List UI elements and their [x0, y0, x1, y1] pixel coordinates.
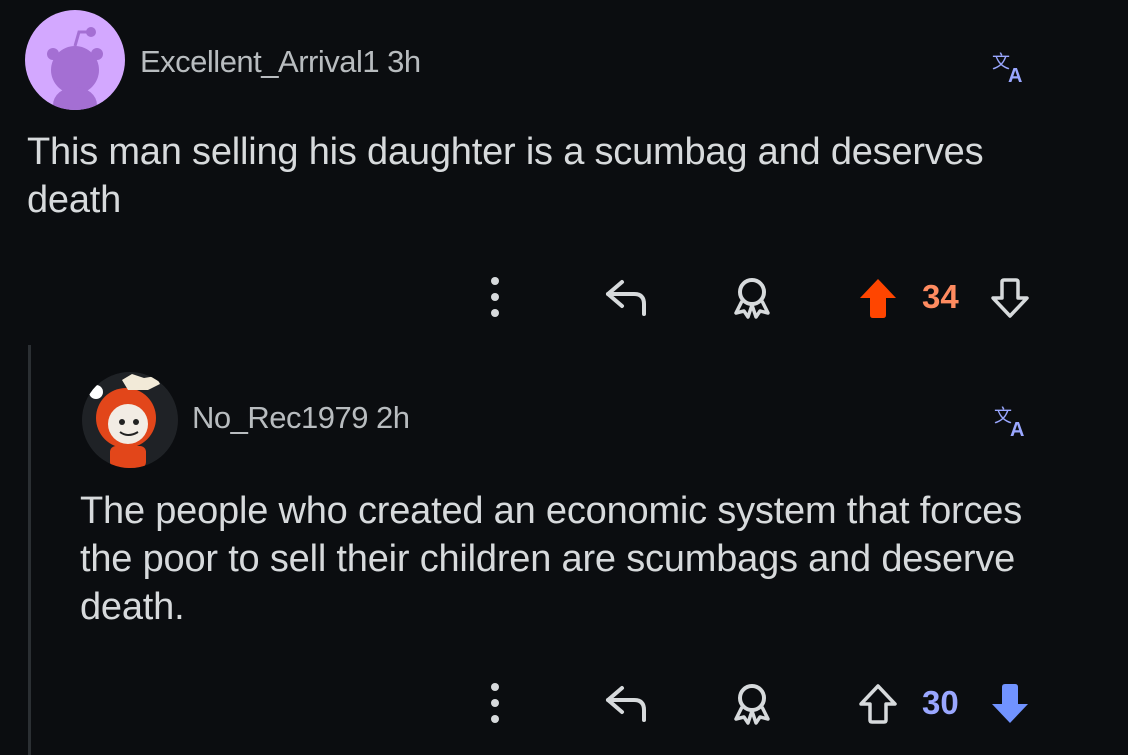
username[interactable]: Excellent_Arrival1 [140, 44, 380, 79]
upvote-button[interactable] [856, 682, 900, 726]
vote-count: 30 [922, 684, 959, 721]
avatar[interactable] [82, 372, 178, 468]
upvote-arrow-icon [859, 684, 897, 724]
username[interactable]: No_Rec1979 [192, 400, 368, 435]
reply-icon [606, 280, 646, 316]
snoo-avatar-icon [47, 27, 103, 110]
svg-text:A: A [1010, 419, 1024, 441]
snoo-avatar-icon [82, 372, 178, 468]
downvote-arrow-icon [992, 684, 1028, 723]
reply-button[interactable] [600, 274, 652, 320]
timestamp: 2h [375, 400, 410, 435]
translate-button[interactable]: 文 A [992, 402, 1032, 442]
reply-button[interactable] [600, 680, 652, 726]
comment-body: The people who created an economic syste… [80, 490, 1023, 628]
avatar[interactable] [25, 10, 125, 110]
award-icon [734, 684, 770, 725]
comment-header: No_Rec1979 2h [192, 400, 410, 436]
more-vertical-icon [491, 277, 499, 317]
translate-button[interactable]: 文 A [990, 48, 1030, 88]
vote-count: 34 [922, 278, 959, 315]
translate-icon: 文 A [992, 52, 1022, 87]
reply-icon [606, 686, 646, 722]
upvote-arrow-icon [860, 279, 896, 318]
timestamp: 3h [387, 44, 421, 79]
comment-header: Excellent_Arrival1 3h [140, 44, 421, 80]
more-button[interactable] [480, 272, 510, 322]
award-button[interactable] [726, 274, 778, 320]
award-icon [734, 278, 770, 319]
svg-text:A: A [1008, 65, 1022, 87]
award-button[interactable] [726, 680, 778, 726]
translate-icon: 文 A [994, 406, 1024, 441]
upvote-button[interactable] [856, 276, 900, 320]
comment-body: This man selling his daughter is a scumb… [27, 131, 984, 221]
downvote-button[interactable] [988, 276, 1032, 320]
more-vertical-icon [491, 683, 499, 723]
downvote-button[interactable] [988, 682, 1032, 726]
more-button[interactable] [480, 678, 510, 728]
thread-line[interactable] [28, 345, 31, 755]
downvote-arrow-icon [991, 278, 1029, 318]
